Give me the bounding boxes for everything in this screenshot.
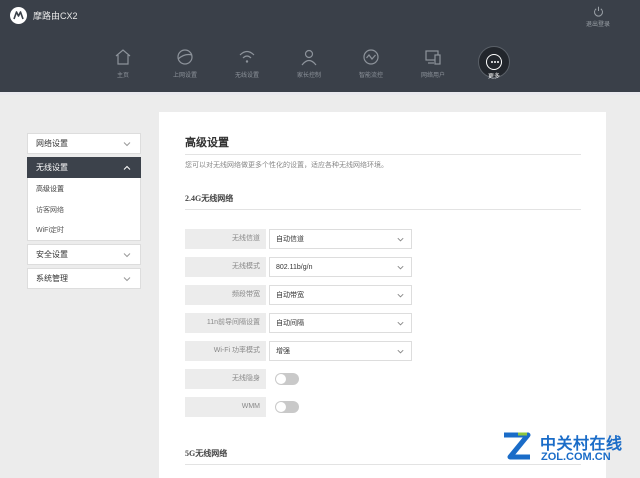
wmm-toggle[interactable] — [275, 401, 299, 413]
chevron-down-icon — [397, 321, 404, 325]
field-label: 无线模式 — [185, 257, 266, 277]
watermark-en: ZOL.COM.CN — [541, 451, 611, 463]
page-description: 您可以对无线网络做更多个性化的设置，适应各种无线网络环境。 — [185, 162, 388, 169]
field-label: 11n前导间隔设置 — [185, 313, 266, 333]
top-header: 摩路由CX2 退出登录 主页 上网设置 无线设置 家长控制 智能流控 网络用户 — [0, 0, 640, 92]
sidebar-item-label: 系统管理 — [36, 274, 68, 283]
sidebar-subitem-label: WiFi定时 — [36, 227, 64, 234]
field-label: 无线隐身 — [185, 369, 266, 389]
nav-label: 家长控制 — [296, 73, 321, 79]
section-title-2g: 2.4G无线网络 — [185, 194, 234, 203]
header-divider — [0, 92, 640, 95]
bandwidth-row: 频段带宽 自动带宽 — [185, 285, 412, 305]
sidebar-subitem-wifi-schedule[interactable]: WiFi定时 — [27, 220, 141, 241]
chevron-down-icon — [123, 141, 131, 146]
sidebar: 网络设置 无线设置 高级设置 访客网络 WiFi定时 安全设置 系统管理 — [27, 133, 141, 292]
chevron-down-icon — [397, 293, 404, 297]
sidebar-subitem-label: 高级设置 — [36, 185, 64, 193]
field-label: 频段带宽 — [185, 285, 266, 305]
bandwidth-select[interactable]: 自动带宽 — [269, 285, 412, 305]
zol-logo-icon — [504, 432, 531, 460]
user-icon — [301, 49, 317, 66]
nav-label: 网络用户 — [420, 73, 445, 79]
chevron-down-icon — [397, 349, 404, 353]
nav-label: 主页 — [116, 73, 129, 79]
nav-label: 智能流控 — [358, 73, 383, 79]
chevron-down-icon — [123, 276, 131, 281]
power-mode-row: Wi-Fi 功率模式 增强 — [185, 341, 412, 361]
motorola-logo-icon — [10, 7, 27, 24]
select-value: 自动信道 — [276, 236, 304, 243]
divider — [185, 209, 581, 210]
page-title: 高级设置 — [185, 137, 229, 149]
brand[interactable]: 摩路由CX2 — [10, 7, 78, 24]
section-title-5g: 5G无线网络 — [185, 449, 228, 458]
power-mode-select[interactable]: 增强 — [269, 341, 412, 361]
nav-wireless[interactable]: 无线设置 — [217, 47, 277, 79]
globe-icon — [177, 49, 193, 65]
nav-network-users[interactable]: 网络用户 — [403, 47, 463, 79]
toggle-knob — [276, 402, 286, 412]
flow-icon — [363, 49, 379, 65]
select-value: 增强 — [276, 348, 290, 355]
select-value: 自动间隔 — [276, 320, 304, 327]
chevron-up-icon — [123, 165, 131, 170]
sidebar-item-wireless-settings[interactable]: 无线设置 — [27, 157, 141, 178]
chevron-down-icon — [397, 265, 404, 269]
sidebar-item-label: 安全设置 — [36, 250, 68, 259]
guard-interval-select[interactable]: 自动间隔 — [269, 313, 412, 333]
sidebar-item-label: 无线设置 — [36, 163, 68, 172]
sidebar-item-system-management[interactable]: 系统管理 — [27, 268, 141, 289]
toggle-knob — [276, 374, 286, 384]
wmm-row: WMM — [185, 397, 299, 417]
nav-internet[interactable]: 上网设置 — [155, 47, 215, 79]
nav-more[interactable]: 更多 — [464, 71, 524, 80]
nav-smart-qos[interactable]: 智能流控 — [341, 47, 401, 79]
app-title: 摩路由CX2 — [33, 11, 78, 21]
field-label: Wi-Fi 功率模式 — [185, 341, 266, 361]
wifi-icon — [239, 50, 255, 63]
devices-icon — [425, 50, 441, 65]
wireless-channel-select[interactable]: 自动信道 — [269, 229, 412, 249]
nav-label: 更多 — [487, 74, 500, 80]
sidebar-item-network-settings[interactable]: 网络设置 — [27, 133, 141, 154]
zol-watermark: 中关村在线 ZOL.COM.CN — [500, 428, 630, 472]
nav-home[interactable]: 主页 — [93, 47, 153, 79]
hide-ssid-row: 无线隐身 — [185, 369, 299, 389]
wireless-mode-select[interactable]: 802.11b/g/n — [269, 257, 412, 277]
guard-interval-row: 11n前导间隔设置 自动间隔 — [185, 313, 412, 333]
sidebar-subitem-guest-network[interactable]: 访客网络 — [27, 199, 141, 220]
sidebar-item-label: 网络设置 — [36, 139, 68, 148]
nav-parental-control[interactable]: 家长控制 — [279, 47, 339, 79]
nav-label: 上网设置 — [172, 73, 197, 79]
wireless-mode-row: 无线模式 802.11b/g/n — [185, 257, 412, 277]
power-icon — [593, 6, 603, 17]
sidebar-subitem-advanced[interactable]: 高级设置 — [27, 178, 141, 199]
field-label: 无线信道 — [185, 229, 266, 249]
main-panel: 高级设置 您可以对无线网络做更多个性化的设置，适应各种无线网络环境。 2.4G无… — [159, 112, 606, 478]
home-icon — [115, 49, 131, 65]
chevron-down-icon — [123, 252, 131, 257]
chevron-down-icon — [397, 237, 404, 241]
nav-label: 无线设置 — [234, 73, 259, 79]
hide-ssid-toggle[interactable] — [275, 373, 299, 385]
field-label: WMM — [185, 397, 266, 417]
logout-label: 退出登录 — [585, 22, 610, 28]
more-icon — [486, 54, 502, 70]
sidebar-subitem-label: 访客网络 — [36, 206, 64, 214]
select-value: 802.11b/g/n — [276, 263, 313, 271]
wireless-channel-row: 无线信道 自动信道 — [185, 229, 412, 249]
select-value: 自动带宽 — [276, 292, 304, 299]
divider — [185, 154, 581, 155]
sidebar-item-security-settings[interactable]: 安全设置 — [27, 244, 141, 265]
logout-button[interactable]: 退出登录 — [578, 6, 618, 28]
